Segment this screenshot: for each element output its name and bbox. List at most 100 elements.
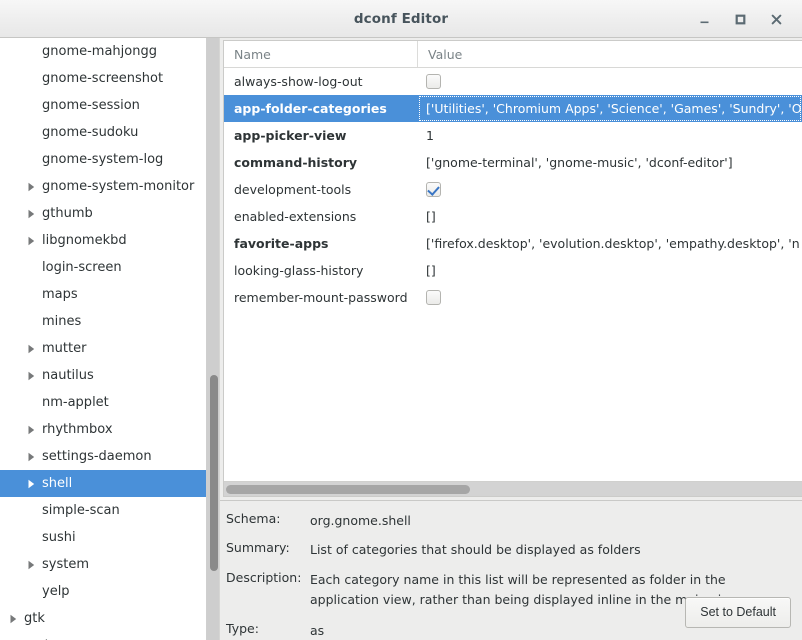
key-value-cell[interactable]: [418, 176, 802, 203]
expander-triangle-icon[interactable]: [20, 452, 42, 462]
sidebar-item-label: sushi: [42, 530, 76, 545]
expander-triangle-icon[interactable]: [20, 560, 42, 570]
detail-summary-label: Summary:: [226, 540, 290, 556]
dconf-editor-window: dconf Editor gnome-mahjongg gnome-screens…: [0, 0, 802, 640]
column-header-name[interactable]: Name: [224, 41, 418, 67]
sidebar-item-label: gnome-sudoku: [42, 125, 139, 140]
key-value-cell[interactable]: ['gnome-terminal', 'gnome-music', 'dconf…: [418, 149, 802, 176]
key-list-header: Name Value: [224, 41, 802, 68]
column-header-value[interactable]: Value: [418, 41, 802, 67]
sidebar-item-shell[interactable]: shell: [0, 470, 207, 497]
schema-tree-list[interactable]: gnome-mahjongg gnome-screenshot gnome-sess…: [0, 38, 207, 640]
sidebar-item-gnome-mahjongg[interactable]: gnome-mahjongg: [0, 38, 207, 65]
table-row[interactable]: favorite-apps ['firefox.desktop', 'evolut…: [224, 230, 802, 257]
sidebar-item-label: gnome-system-log: [42, 152, 164, 167]
table-row[interactable]: app-picker-view 1: [224, 122, 802, 149]
sidebar-item-mate[interactable]: mate: [0, 632, 207, 640]
expander-triangle-icon[interactable]: [20, 344, 42, 354]
minimize-icon[interactable]: [686, 4, 722, 34]
sidebar-item-label: libgnomekbd: [42, 233, 127, 248]
sidebar-item-gnome-screenshot[interactable]: gnome-screenshot: [0, 65, 207, 92]
expander-triangle-icon[interactable]: [20, 209, 42, 219]
key-list: Name Value always-show-log-out app-folder…: [223, 40, 802, 497]
titlebar: dconf Editor: [0, 0, 802, 38]
sidebar-item-label: gnome-screenshot: [42, 71, 164, 86]
expander-triangle-icon[interactable]: [20, 479, 42, 489]
sidebar-item-gnome-system-log[interactable]: gnome-system-log: [0, 146, 207, 173]
key-name-cell: always-show-log-out: [234, 74, 363, 89]
schema-tree-sidebar: gnome-mahjongg gnome-screenshot gnome-sess…: [0, 38, 220, 640]
window-title: dconf Editor: [353, 10, 449, 27]
sidebar-item-label: gnome-mahjongg: [42, 44, 157, 59]
sidebar-item-label: settings-daemon: [42, 449, 152, 464]
table-row[interactable]: app-folder-categories ['Utilities', 'Chro…: [224, 95, 802, 122]
checkbox-checked[interactable]: [426, 182, 441, 197]
sidebar-item-libgnomekbd[interactable]: libgnomekbd: [0, 227, 207, 254]
detail-type-label: Type:: [226, 621, 259, 636]
sidebar-item-simple-scan[interactable]: simple-scan: [0, 497, 207, 524]
key-list-horizontal-scrollbar[interactable]: [224, 481, 802, 496]
sidebar-item-settings-daemon[interactable]: settings-daemon: [0, 443, 207, 470]
expander-triangle-icon[interactable]: [20, 182, 42, 192]
sidebar-item-yelp[interactable]: yelp: [0, 578, 207, 605]
sidebar-item-system[interactable]: system: [0, 551, 207, 578]
key-details-panel: Schema: org.gnome.shell Summary: List of…: [220, 500, 802, 640]
key-value-text: []: [426, 209, 436, 224]
sidebar-item-mines[interactable]: mines: [0, 308, 207, 335]
sidebar-item-nautilus[interactable]: nautilus: [0, 362, 207, 389]
detail-description-label: Description:: [226, 569, 302, 585]
table-row[interactable]: development-tools: [224, 176, 802, 203]
key-name-cell: development-tools: [234, 182, 352, 197]
sidebar-item-label: mutter: [42, 341, 87, 356]
table-row[interactable]: looking-glass-history []: [224, 257, 802, 284]
sidebar-item-label: gthumb: [42, 206, 93, 221]
table-row[interactable]: enabled-extensions []: [224, 203, 802, 230]
sidebar-item-rhythmbox[interactable]: rhythmbox: [0, 416, 207, 443]
key-value-cell[interactable]: ['firefox.desktop', 'evolution.desktop',…: [418, 230, 802, 257]
key-name-cell: remember-mount-password: [234, 290, 408, 305]
checkbox-unchecked[interactable]: [426, 74, 441, 89]
expander-triangle-icon[interactable]: [20, 425, 42, 435]
sidebar-item-gthumb[interactable]: gthumb: [0, 200, 207, 227]
window-content: gnome-mahjongg gnome-screenshot gnome-sess…: [0, 38, 802, 640]
key-value-cell[interactable]: [418, 68, 802, 95]
detail-summary-row: Summary: List of categories that should …: [226, 540, 802, 560]
key-value-cell[interactable]: []: [418, 257, 802, 284]
sidebar-vertical-scrollbar[interactable]: [206, 38, 219, 640]
key-list-scroll-thumb[interactable]: [226, 485, 470, 494]
key-name-cell: looking-glass-history: [234, 263, 364, 278]
table-row[interactable]: command-history ['gnome-terminal', 'gnome…: [224, 149, 802, 176]
key-name-cell: command-history: [234, 155, 358, 170]
window-controls: [686, 0, 794, 38]
key-value-cell[interactable]: ['Utilities', 'Chromium Apps', 'Science'…: [418, 95, 802, 122]
sidebar-item-maps[interactable]: maps: [0, 281, 207, 308]
set-to-default-button[interactable]: Set to Default: [685, 597, 791, 628]
sidebar-item-login-screen[interactable]: login-screen: [0, 254, 207, 281]
sidebar-scroll-thumb[interactable]: [210, 375, 218, 571]
key-value-cell[interactable]: []: [418, 203, 802, 230]
table-row[interactable]: always-show-log-out: [224, 68, 802, 95]
expander-triangle-icon[interactable]: [20, 371, 42, 381]
sidebar-item-label: rhythmbox: [42, 422, 113, 437]
key-value-cell[interactable]: [418, 284, 802, 311]
expander-triangle-icon[interactable]: [2, 614, 24, 624]
sidebar-item-mutter[interactable]: mutter: [0, 335, 207, 362]
sidebar-item-gnome-session[interactable]: gnome-session: [0, 92, 207, 119]
sidebar-item-gnome-sudoku[interactable]: gnome-sudoku: [0, 119, 207, 146]
sidebar-item-label: login-screen: [42, 260, 122, 275]
sidebar-item-gtk[interactable]: gtk: [0, 605, 207, 632]
sidebar-item-label: mines: [42, 314, 82, 329]
sidebar-item-gnome-system-monitor[interactable]: gnome-system-monitor: [0, 173, 207, 200]
keys-pane: Name Value always-show-log-out app-folder…: [220, 38, 802, 640]
maximize-icon[interactable]: [722, 4, 758, 34]
sidebar-item-nm-applet[interactable]: nm-applet: [0, 389, 207, 416]
expander-triangle-icon[interactable]: [20, 236, 42, 246]
sidebar-item-label: simple-scan: [42, 503, 120, 518]
checkbox-unchecked[interactable]: [426, 290, 441, 305]
key-value-cell[interactable]: 1: [418, 122, 802, 149]
detail-schema-label: Schema:: [226, 511, 281, 526]
close-icon[interactable]: [758, 4, 794, 34]
table-row[interactable]: remember-mount-password: [224, 284, 802, 311]
detail-type-value: as: [310, 623, 325, 638]
sidebar-item-sushi[interactable]: sushi: [0, 524, 207, 551]
